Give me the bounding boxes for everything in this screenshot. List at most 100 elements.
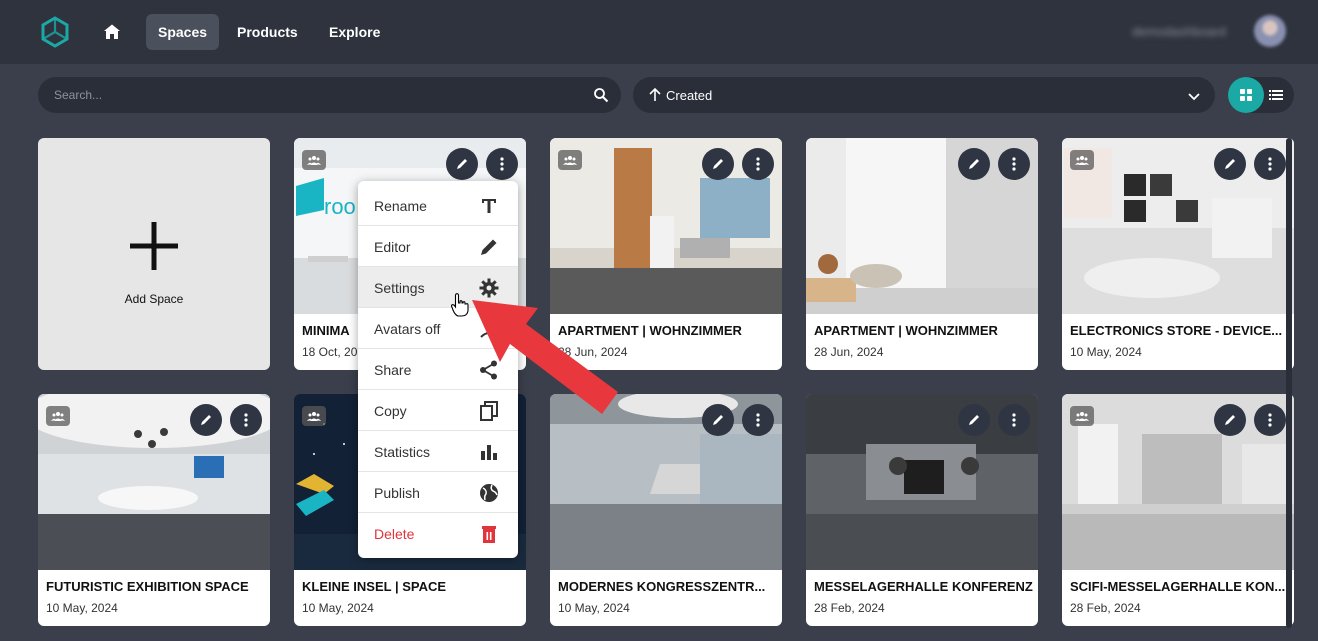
view-toggle (1228, 77, 1294, 113)
pencil-icon (1225, 159, 1235, 169)
shared-badge (1070, 406, 1094, 426)
pencil-icon (969, 159, 979, 169)
group-icon (563, 156, 577, 165)
list-view-icon[interactable] (1268, 87, 1284, 103)
menu-item-statistics[interactable]: Statistics (358, 431, 518, 472)
group-icon (307, 412, 321, 421)
top-navigation-bar: Spaces Products Explore demodashboard (0, 0, 1318, 64)
space-date: 10 May, 2024 (1070, 345, 1142, 359)
pencil-icon (457, 159, 467, 169)
menu-item-label: Share (374, 362, 412, 378)
space-title: ELECTRONICS STORE - DEVICE... (1070, 323, 1283, 338)
space-card[interactable]: ELECTRONICS STORE - DEVICE... 10 May, 20… (1062, 138, 1294, 370)
space-title: SCIFI-MESSELAGERHALLE KON... (1070, 579, 1286, 594)
pencil-icon (713, 159, 723, 169)
menu-item-delete[interactable]: Delete (358, 513, 518, 554)
search-input[interactable] (54, 77, 574, 113)
pencil-icon (713, 415, 723, 425)
shared-badge (558, 150, 582, 170)
edit-button[interactable] (1214, 148, 1246, 180)
more-options-button[interactable] (998, 404, 1030, 436)
more-options-button[interactable] (1254, 404, 1286, 436)
trash-icon (482, 526, 496, 543)
menu-item-label: Editor (374, 239, 411, 255)
space-card[interactable]: APARTMENT | WOHNZIMMER 28 Jun, 2024 (806, 138, 1038, 370)
space-title: APARTMENT | WOHNZIMMER (814, 323, 998, 338)
shared-badge (302, 406, 326, 426)
shared-badge (1070, 150, 1094, 170)
more-vertical-icon (500, 157, 504, 171)
arrow-up-icon[interactable] (647, 87, 663, 103)
menu-item-label: Settings (374, 280, 425, 296)
search-icon[interactable] (593, 87, 609, 103)
pencil-icon (481, 239, 497, 255)
user-name[interactable]: demodashboard (1132, 24, 1226, 39)
group-icon (1075, 156, 1089, 165)
space-date: 10 May, 2024 (302, 601, 374, 615)
menu-item-editor[interactable]: Editor (358, 226, 518, 267)
menu-item-publish[interactable]: Publish (358, 472, 518, 513)
more-options-button[interactable] (1254, 148, 1286, 180)
home-icon (104, 24, 120, 39)
menu-item-label: Avatars off (374, 321, 441, 337)
menu-item-label: Rename (374, 198, 427, 214)
pencil-icon (201, 415, 211, 425)
edit-button[interactable] (702, 404, 734, 436)
space-date: 28 Feb, 2024 (1070, 601, 1141, 615)
edit-button[interactable] (702, 148, 734, 180)
pencil-icon (969, 415, 979, 425)
home-button[interactable] (98, 18, 126, 46)
scrollbar[interactable] (1286, 138, 1292, 628)
logo-icon[interactable] (38, 15, 72, 49)
space-card[interactable]: SCIFI-MESSELAGERHALLE KON... 28 Feb, 202… (1062, 394, 1294, 626)
plus-icon (130, 222, 178, 270)
more-options-button[interactable] (230, 404, 262, 436)
bar-chart-icon (481, 445, 497, 460)
pencil-icon (1225, 415, 1235, 425)
space-date: 10 May, 2024 (46, 601, 118, 615)
annotation-arrow-icon (472, 300, 618, 414)
nav-products[interactable]: Products (225, 14, 310, 50)
edit-button[interactable] (446, 148, 478, 180)
group-icon (1075, 412, 1089, 421)
edit-button[interactable] (1214, 404, 1246, 436)
globe-icon (480, 484, 498, 502)
sort-dropdown[interactable]: Created (633, 77, 1215, 113)
nav-explore[interactable]: Explore (317, 14, 392, 50)
group-icon (307, 156, 321, 165)
edit-button[interactable] (958, 148, 990, 180)
space-title: MODERNES KONGRESSZENTR... (558, 579, 766, 594)
more-options-button[interactable] (998, 148, 1030, 180)
space-title: MESSELAGERHALLE KONFERENZ (814, 579, 1033, 594)
menu-item-rename[interactable]: Rename (358, 185, 518, 226)
more-vertical-icon (1268, 413, 1272, 427)
more-options-button[interactable] (742, 148, 774, 180)
nav-spaces[interactable]: Spaces (146, 14, 220, 50)
more-options-button[interactable] (742, 404, 774, 436)
edit-button[interactable] (958, 404, 990, 436)
space-card[interactable]: FUTURISTIC EXHIBITION SPACE 10 May, 2024 (38, 394, 270, 626)
svg-text:roo: roo (324, 194, 356, 219)
more-vertical-icon (1268, 157, 1272, 171)
shared-badge (46, 406, 70, 426)
edit-button[interactable] (190, 404, 222, 436)
sort-label: Created (666, 88, 713, 103)
text-icon (482, 199, 496, 213)
grid-icon (1240, 89, 1252, 101)
menu-item-label: Copy (374, 403, 407, 419)
space-card[interactable]: MESSELAGERHALLE KONFERENZ 28 Feb, 2024 (806, 394, 1038, 626)
menu-item-label: Statistics (374, 444, 431, 460)
space-card[interactable]: MODERNES KONGRESSZENTR... 10 May, 2024 (550, 394, 782, 626)
space-date: 28 Jun, 2024 (814, 345, 884, 359)
more-vertical-icon (1012, 157, 1016, 171)
grid-view-button[interactable] (1228, 77, 1264, 113)
group-icon (51, 412, 65, 421)
menu-item-label: Delete (374, 526, 415, 542)
more-options-button[interactable] (486, 148, 518, 180)
space-date: 10 May, 2024 (558, 601, 630, 615)
space-title: KLEINE INSEL | SPACE (302, 579, 447, 594)
search-bar (38, 77, 621, 113)
avatar[interactable] (1254, 15, 1286, 47)
space-date: 28 Feb, 2024 (814, 601, 885, 615)
add-space-card[interactable]: Add Space (38, 138, 270, 370)
